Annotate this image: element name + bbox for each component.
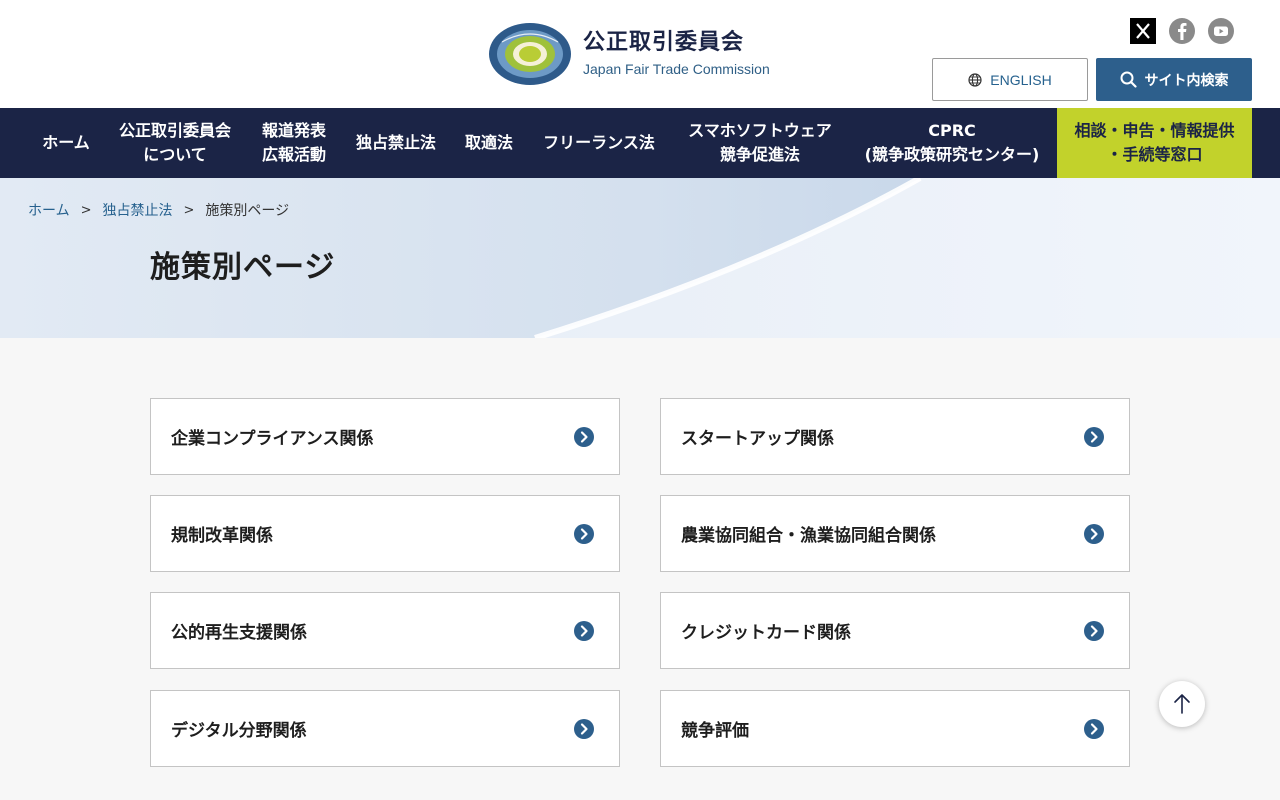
social-links — [1130, 18, 1234, 44]
global-nav: ホーム 公正取引委員会 について 報道発表 広報活動 独占禁止法 取適法 フリー… — [0, 108, 1280, 178]
card-label: 規制改革関係 — [171, 526, 273, 546]
breadcrumb-current: 施策別ページ — [205, 203, 290, 219]
nav-item-about[interactable]: 公正取引委員会 について — [108, 108, 242, 178]
youtube-icon[interactable] — [1208, 18, 1234, 44]
card-label: 競争評価 — [681, 721, 749, 741]
card-label: 企業コンプライアンス関係 — [171, 429, 374, 449]
nav-item-smartphone-act[interactable]: スマホソフトウェア 競争促進法 — [672, 108, 848, 178]
arrow-up-icon — [1174, 694, 1190, 714]
chevron-right-circle-icon — [1084, 620, 1104, 641]
nav-item-home[interactable]: ホーム — [28, 108, 104, 178]
search-icon — [1120, 71, 1137, 88]
card-label: 公的再生支援関係 — [171, 623, 307, 643]
site-logo[interactable]: 公正取引委員会 Japan Fair Trade Commission — [488, 22, 770, 86]
breadcrumb-separator: > — [183, 202, 195, 218]
policy-card-public-revitalization[interactable]: 公的再生支援関係 — [150, 592, 620, 669]
page-hero: ホーム > 独占禁止法 > 施策別ページ 施策別ページ — [0, 178, 1280, 338]
nav-item-antimonopoly[interactable]: 独占禁止法 — [346, 108, 446, 178]
nav-item-cprc[interactable]: CPRC (競争政策研究センター) — [852, 108, 1052, 178]
policy-card-compliance[interactable]: 企業コンプライアンス関係 — [150, 398, 620, 475]
facebook-icon[interactable] — [1169, 18, 1195, 44]
policy-card-credit-card[interactable]: クレジットカード関係 — [660, 592, 1130, 669]
nav-item-consultation[interactable]: 相談・申告・情報提供 ・手続等窓口 — [1057, 108, 1252, 178]
breadcrumb: ホーム > 独占禁止法 > 施策別ページ — [28, 200, 289, 220]
policy-card-startup[interactable]: スタートアップ関係 — [660, 398, 1130, 475]
breadcrumb-separator: > — [80, 202, 92, 218]
nav-item-subcontract[interactable]: 取適法 — [452, 108, 526, 178]
site-header: 公正取引委員会 Japan Fair Trade Commission ENGL… — [0, 0, 1280, 108]
nav-item-press[interactable]: 報道発表 広報活動 — [248, 108, 340, 178]
back-to-top-button[interactable] — [1159, 681, 1205, 727]
breadcrumb-link-home[interactable]: ホーム — [28, 200, 70, 220]
x-icon[interactable] — [1130, 18, 1156, 44]
site-search-button[interactable]: サイト内検索 — [1096, 58, 1252, 101]
chevron-right-circle-icon — [574, 426, 594, 447]
chevron-right-circle-icon — [574, 620, 594, 641]
chevron-right-circle-icon — [574, 718, 594, 739]
policy-card-digital[interactable]: デジタル分野関係 — [150, 690, 620, 767]
org-name-ja: 公正取引委員会 — [583, 30, 745, 55]
english-label: ENGLISH — [990, 71, 1052, 88]
page-title: 施策別ページ — [150, 250, 336, 285]
org-name-en: Japan Fair Trade Commission — [583, 61, 770, 77]
chevron-right-circle-icon — [1084, 718, 1104, 739]
chevron-right-circle-icon — [1084, 523, 1104, 544]
jftc-emblem-icon — [489, 23, 571, 85]
card-label: スタートアップ関係 — [681, 429, 834, 449]
nav-item-freelance[interactable]: フリーランス法 — [532, 108, 666, 178]
card-label: デジタル分野関係 — [171, 721, 307, 741]
chevron-right-circle-icon — [1084, 426, 1104, 447]
breadcrumb-link-antimonopoly[interactable]: 独占禁止法 — [103, 200, 173, 220]
card-label: 農業協同組合・漁業協同組合関係 — [681, 526, 936, 546]
policy-card-regulatory-reform[interactable]: 規制改革関係 — [150, 495, 620, 572]
chevron-right-circle-icon — [574, 523, 594, 544]
policy-card-cooperatives[interactable]: 農業協同組合・漁業協同組合関係 — [660, 495, 1130, 572]
search-label: サイト内検索 — [1144, 72, 1229, 89]
english-button[interactable]: ENGLISH — [932, 58, 1088, 101]
card-label: クレジットカード関係 — [681, 623, 851, 643]
policy-card-competition-assessment[interactable]: 競争評価 — [660, 690, 1130, 767]
globe-icon — [968, 72, 982, 87]
